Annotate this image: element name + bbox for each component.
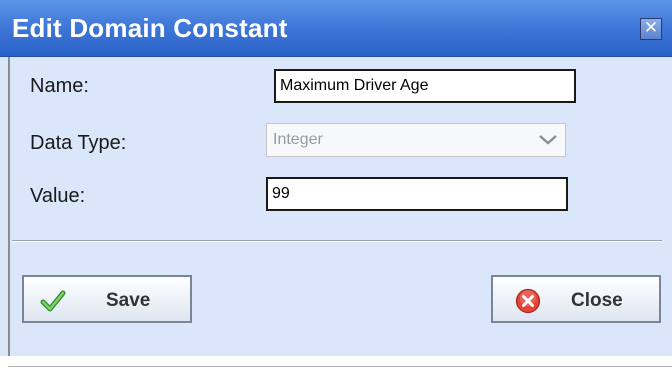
bottom-divider — [8, 366, 672, 367]
name-label: Name: — [30, 75, 89, 97]
chevron-down-icon — [539, 135, 557, 145]
close-button-label: Close — [571, 290, 623, 311]
value-field[interactable]: 99 — [266, 177, 568, 211]
save-button-label: Save — [106, 290, 151, 311]
dialog-titlebar: Edit Domain Constant ✕ — [0, 0, 672, 57]
below-dialog-area — [0, 356, 672, 374]
dialog-title: Edit Domain Constant — [12, 13, 288, 43]
dialog-content: Name: Maximum Driver Age Data Type: Inte… — [8, 57, 672, 356]
data-type-value: Integer — [273, 131, 323, 148]
save-button[interactable]: Save — [22, 275, 192, 323]
data-type-label: Data Type: — [30, 132, 127, 154]
name-field[interactable]: Maximum Driver Age — [274, 69, 576, 103]
close-icon[interactable]: ✕ — [640, 18, 662, 40]
value-label: Value: — [30, 185, 86, 207]
data-type-select[interactable]: Integer — [266, 123, 566, 157]
divider — [12, 240, 662, 242]
edit-domain-constant-dialog: Edit Domain Constant ✕ Name: Maximum Dri… — [0, 0, 672, 356]
close-button[interactable]: Close — [491, 275, 661, 323]
checkmark-icon — [40, 290, 66, 312]
cancel-icon — [515, 288, 541, 314]
